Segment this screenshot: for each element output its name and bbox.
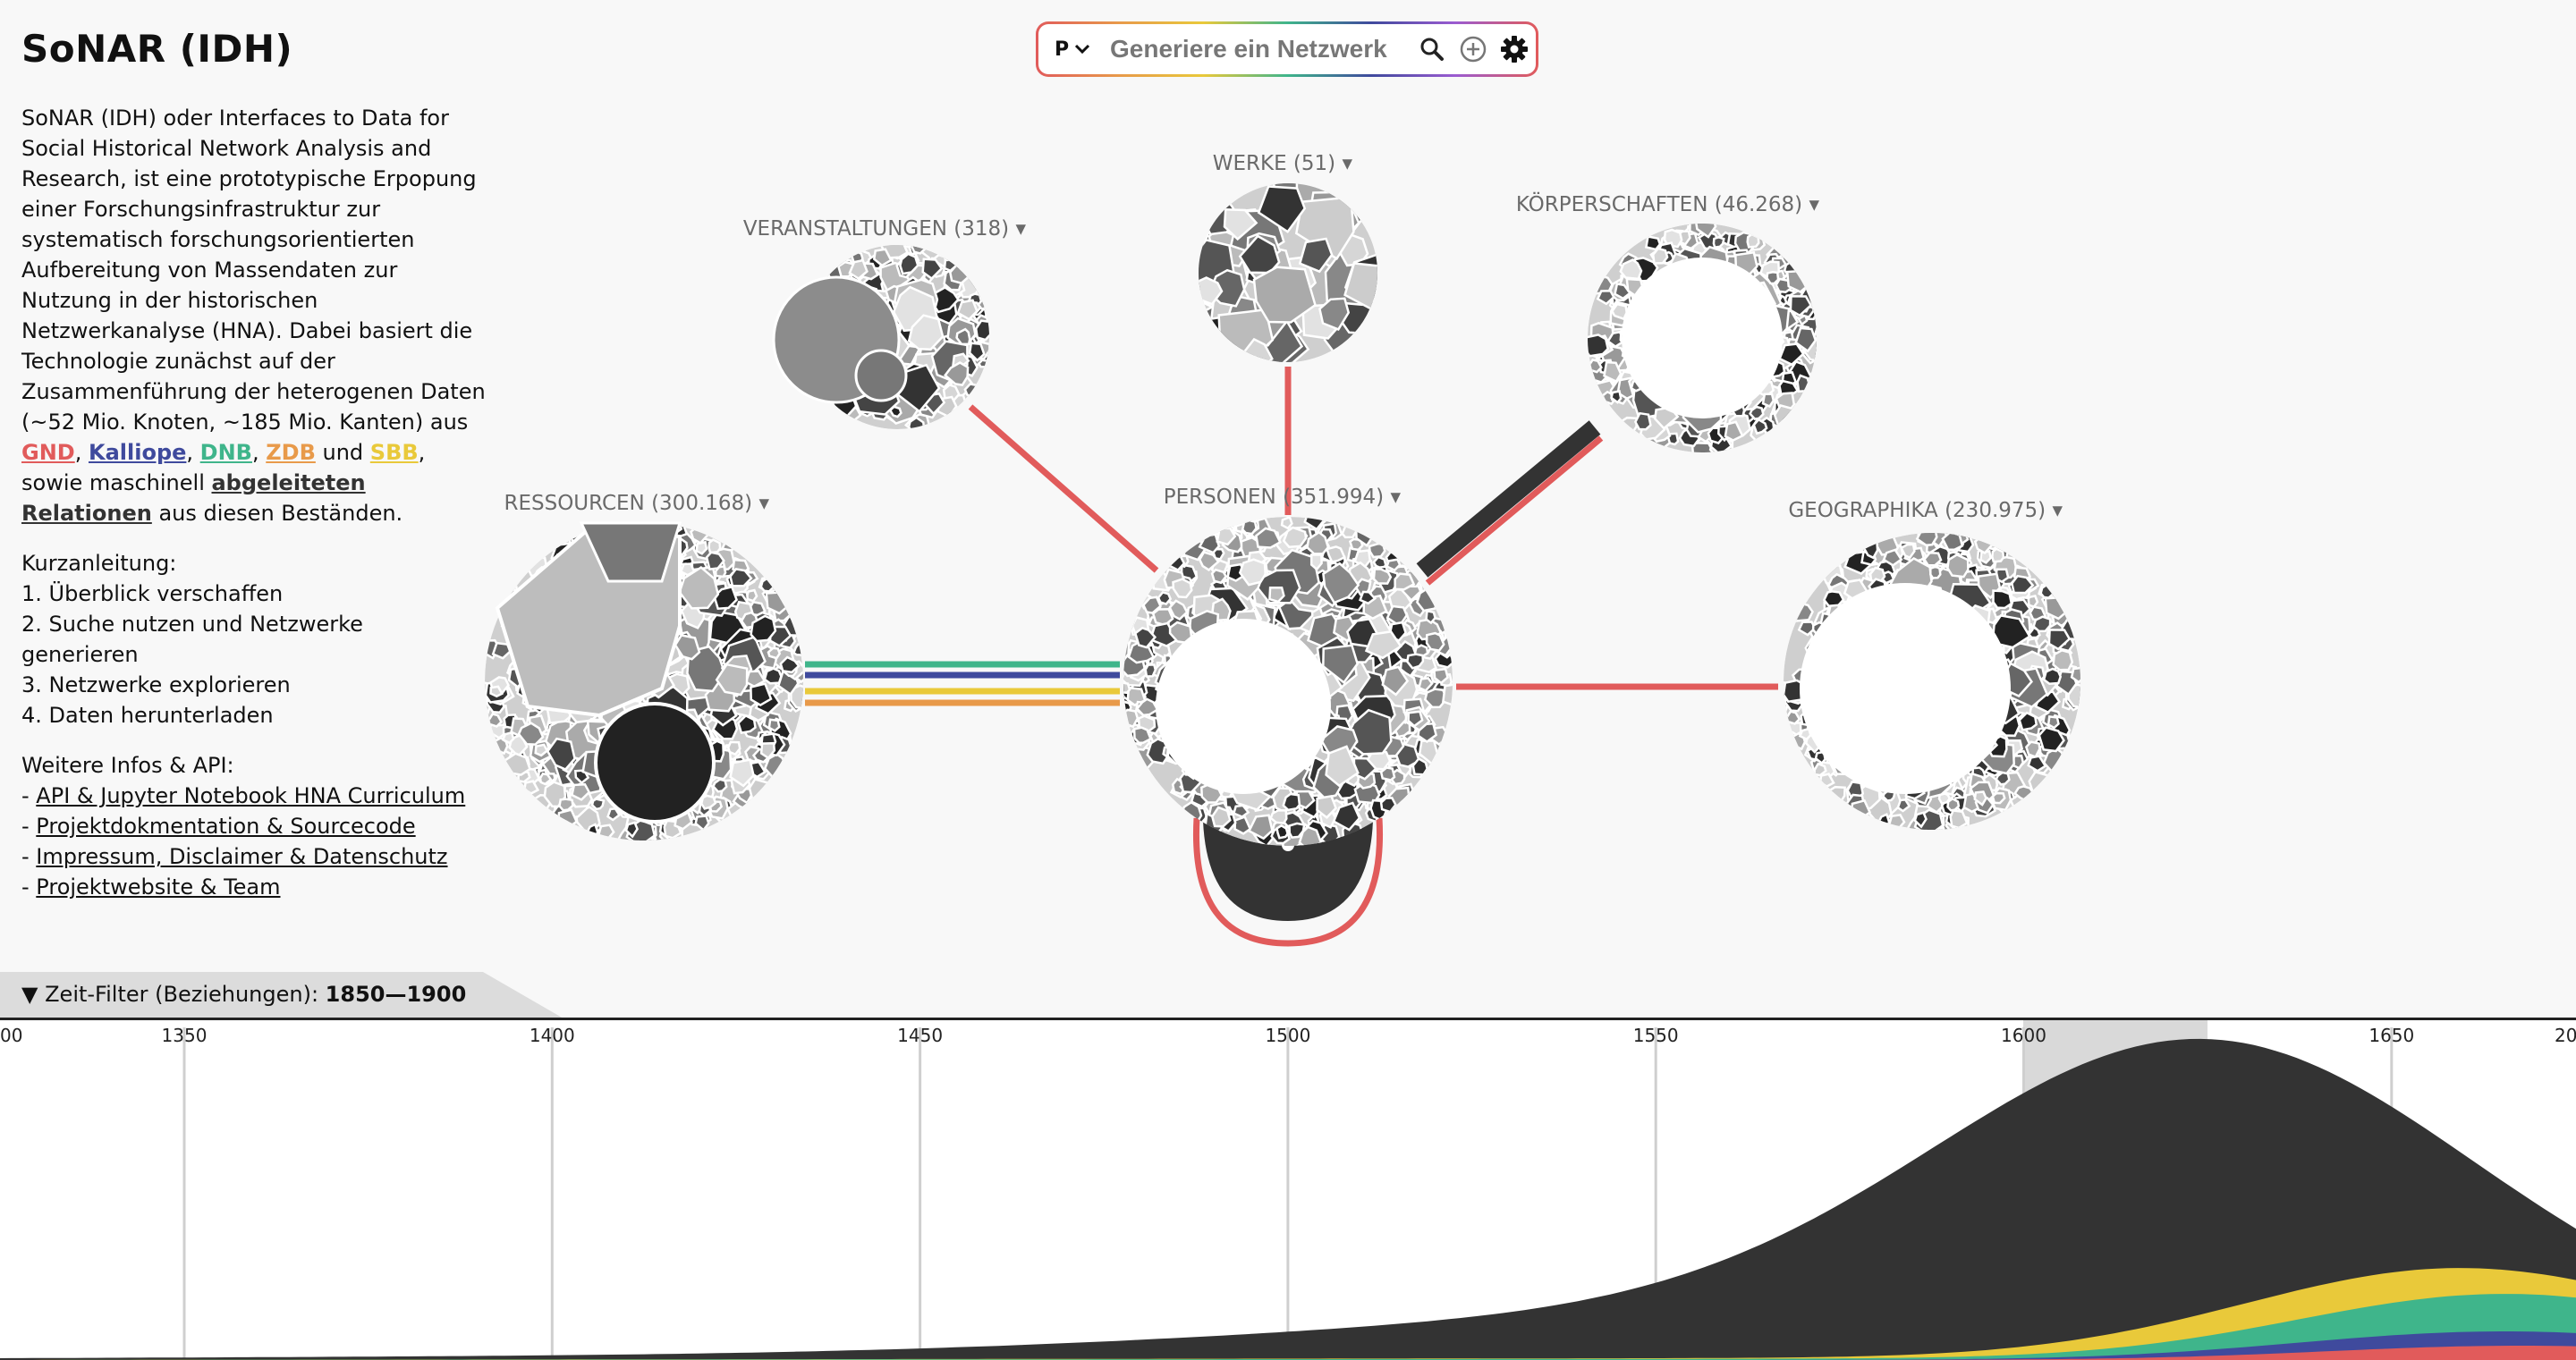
voronoi-cell [955,327,971,346]
voronoi-cell [1588,334,1610,358]
voronoi-cell [910,245,928,255]
node-label[interactable]: GEOGRAPHIKA (230.975) ▾ [1788,499,2063,522]
voronoi-cell [1268,586,1285,604]
tick-label: 1600 [2001,1025,2046,1046]
node-label[interactable]: KÖRPERSCHAFTEN (46.268) ▾ [1516,191,1820,216]
voronoi-cell [1991,547,2005,563]
tick-label: 1350 [162,1025,208,1046]
voronoi-cell [1651,247,1669,265]
voronoi-cell [1275,824,1289,840]
voronoi-cell [1241,519,1258,536]
node-veranstaltungen[interactable]: VERANSTALTUNGEN (318) ▾ [743,217,1027,435]
voronoi-cell [1617,416,1639,437]
node-label[interactable]: WERKE (51) ▾ [1213,152,1353,175]
tick-label: 1650 [2368,1025,2414,1046]
node-label[interactable]: RESSOURCEN (300.168) ▾ [504,492,769,515]
tick-label: 20 [2555,1025,2576,1046]
voronoi-cell [1405,653,1425,670]
voronoi-cell [1813,762,1827,777]
voronoi-cell [1269,808,1288,825]
voronoi-cell [1773,403,1799,427]
voronoi-cell [759,578,775,593]
voronoi-cell [501,731,515,745]
voronoi-cell [2039,584,2055,599]
voronoi-cells [1199,183,1377,362]
voronoi-cell [2046,715,2060,730]
voronoi-cell [1372,568,1393,585]
node-koerperschaften[interactable]: KÖRPERSCHAFTEN (46.268) ▾ [1516,191,1827,465]
voronoi-cell [1157,590,1173,606]
voronoi-cell [1282,526,1308,548]
voronoi-cell [907,416,926,429]
tick-label: 00 [0,1025,22,1046]
voronoi-cell [1210,568,1228,585]
voronoi-cell [767,646,782,660]
node-label[interactable]: VERANSTALTUNGEN (318) ▾ [743,217,1027,241]
tick-label: 1500 [1265,1025,1310,1046]
voronoi-cell [767,718,781,732]
voronoi-cell [1746,232,1760,249]
edge-koerperschaften-personen-dark[interactable] [1416,420,1601,578]
voronoi-cell [1946,553,1970,579]
collapse-triangle-icon: ▼ [21,982,38,1007]
voronoi-cell [1761,393,1775,409]
tick-label: 1400 [530,1025,575,1046]
voronoi-cell [1425,631,1445,652]
voronoi-cell [974,319,989,342]
voronoi-cell [1123,708,1140,729]
node-ressourcen[interactable]: RESSOURCEN (300.168) ▾ [479,492,812,849]
node-geographika[interactable]: GEOGRAPHIKA (230.975) ▾ [1777,499,2090,838]
voronoi-cell [1822,590,1845,608]
entity-graph[interactable]: VERANSTALTUNGEN (318) ▾ WERKE (51) ▾ KÖR… [0,0,2576,966]
edge-koerperschaften-personen-red[interactable] [1425,435,1604,586]
voronoi-cell [1282,792,1301,812]
voronoi-cell [1280,517,1293,530]
voronoi-cell [1644,235,1662,251]
voronoi-cell [726,740,741,756]
voronoi-cell [714,564,727,579]
voronoi-cell [763,667,783,685]
timeline-chart[interactable]: 00 20 1350140014501500155016001650170017… [0,1018,2576,1360]
timeline-svg: 00 20 1350140014501500155016001650170017… [0,1020,2576,1360]
voronoi-cell [1992,589,2013,610]
edge-veranstaltungen-personen[interactable] [968,404,1159,573]
voronoi-cell [558,798,574,812]
voronoi-cell [1379,797,1397,814]
voronoi-cell [1796,374,1812,393]
voronoi-cell [963,383,982,400]
node-personen[interactable]: PERSONEN (351.994) ▾ [1116,486,1462,851]
voronoi-cell [695,540,708,555]
time-filter-toggle[interactable]: ▼ Zeit-Filter (Beziehungen): 1850—1900 [0,972,564,1018]
time-filter-range: 1850—1900 [325,982,467,1007]
voronoi-cell [1341,522,1358,539]
voronoi-cell [2024,740,2041,759]
voronoi-cell [2052,648,2074,672]
voronoi-cell [1368,542,1386,559]
voronoi-cell [1633,411,1652,431]
tick-label: 1450 [897,1025,943,1046]
node-werke[interactable]: WERKE (51) ▾ [1186,152,1402,375]
voronoi-cell [1766,271,1780,285]
voronoi-cell [708,538,722,554]
voronoi-cell [1929,565,1942,579]
voronoi-cell [1132,726,1152,744]
voronoi-cell [1379,766,1396,781]
voronoi-cell [2032,615,2052,633]
voronoi-cell [1425,609,1436,625]
voronoi-cell [2042,667,2063,685]
tick-label: 1550 [1633,1025,1679,1046]
time-filter-label: Zeit-Filter (Beziehungen): [45,982,326,1007]
node-label[interactable]: PERSONEN (351.994) ▾ [1164,486,1402,509]
voronoi-cell [1792,602,1814,622]
voronoi-cell [1826,785,1846,807]
voronoi-cell [1937,792,1952,806]
voronoi-cell [2028,770,2054,793]
